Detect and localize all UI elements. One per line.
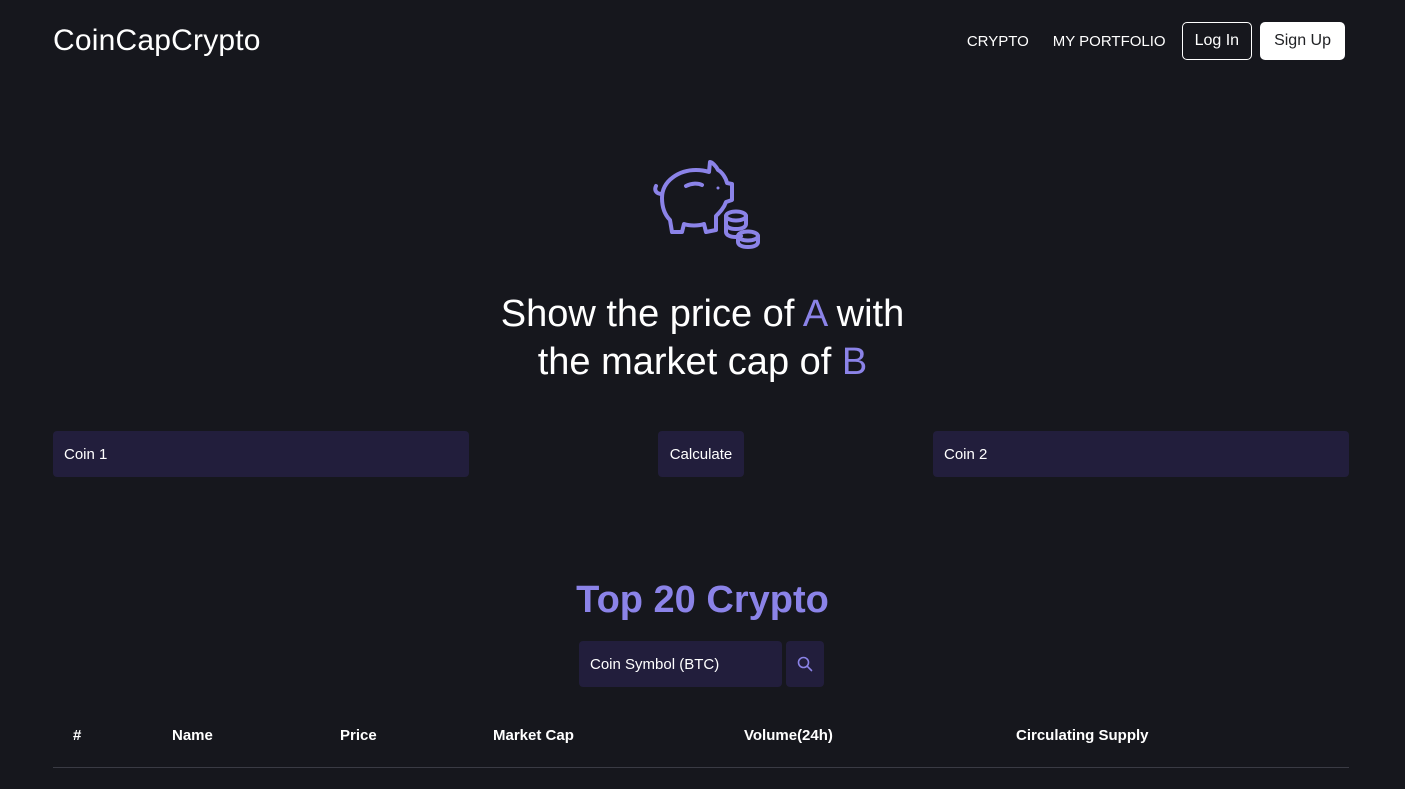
login-button[interactable]: Log In [1181,22,1253,60]
piggy-bank-coins-icon [653,160,760,249]
brand-logo[interactable]: CoinCapCrypto [53,24,261,58]
hero-title-b: B [841,341,868,383]
hero-title-part2: with [826,293,905,335]
search-icon [797,656,813,672]
coin2-input[interactable] [933,431,1349,477]
column-header-rank[interactable]: # [73,727,81,744]
search-button[interactable] [786,641,824,687]
signup-button[interactable]: Sign Up [1260,22,1345,60]
column-header-volume-24h[interactable]: Volume(24h) [744,727,833,744]
calculate-button[interactable]: Calculate [658,431,744,477]
hero-title-part3: the market cap of [537,341,842,383]
column-header-market-cap[interactable]: Market Cap [493,727,574,744]
coin1-input[interactable] [53,431,469,477]
top-crypto-title: Top 20 Crypto [576,579,829,621]
navbar-right: CRYPTO MY PORTFOLIO Log In Sign Up [967,22,1345,60]
coin-symbol-search-input[interactable] [579,641,782,687]
hero-title: Show the price of A with the market cap … [0,290,1405,386]
hero-title-a: A [802,293,827,335]
page: CoinCapCrypto CRYPTO MY PORTFOLIO Log In… [0,0,1405,789]
nav-link-my-portfolio[interactable]: MY PORTFOLIO [1053,33,1166,50]
nav-link-crypto[interactable]: CRYPTO [967,33,1029,50]
column-header-price[interactable]: Price [340,727,377,744]
column-header-name[interactable]: Name [172,727,213,744]
column-header-circulating-supply[interactable]: Circulating Supply [1016,727,1149,744]
crypto-table-header: # Name Price Market Cap Volume(24h) Circ… [53,718,1349,768]
hero-title-part1: Show the price of [500,293,803,335]
